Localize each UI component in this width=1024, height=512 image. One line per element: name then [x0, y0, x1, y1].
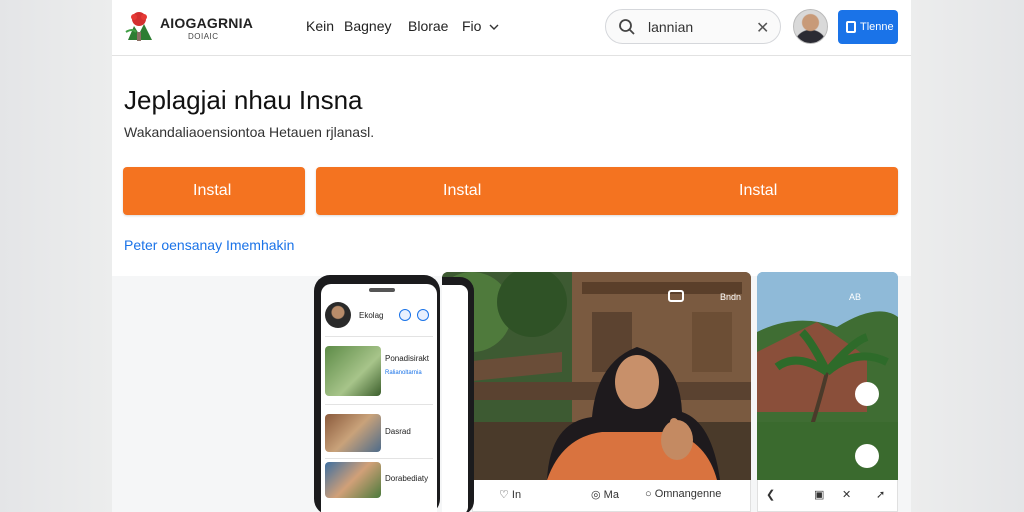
- divider: [325, 458, 433, 459]
- header-cta-label: Tlenne: [860, 21, 894, 33]
- like-action[interactable]: ♡ In: [499, 488, 521, 501]
- brand-tagline: DOIAIC: [188, 32, 219, 41]
- brand-name: AIOGAGRNIA: [160, 15, 253, 31]
- top-header: AIOGAGRNIA DOIAIC Kein Bagney Blorae Fio…: [112, 0, 911, 56]
- phone-message-icon[interactable]: [417, 309, 429, 321]
- install-button-primary-label: Instal: [193, 182, 232, 199]
- phone-back-screen: [442, 285, 468, 512]
- audio-button-icon[interactable]: [855, 444, 879, 468]
- close-icon[interactable]: ✕: [842, 488, 851, 501]
- page-title: Jeplagjai nhau Insna: [124, 85, 363, 115]
- side-overlay-label: AB: [849, 292, 862, 302]
- play-button-icon[interactable]: [855, 382, 879, 406]
- reply-label: Ma: [603, 489, 619, 501]
- app-page: AIOGAGRNIA DOIAIC Kein Bagney Blorae Fio…: [112, 0, 911, 512]
- comment-action[interactable]: ○ Omnangenne: [645, 488, 721, 500]
- install-button-wide[interactable]: Instal Instal: [316, 167, 898, 215]
- clear-search-icon[interactable]: ✕: [756, 18, 770, 37]
- nav-item-kein[interactable]: Kein: [306, 18, 334, 34]
- chevron-down-icon: [489, 24, 499, 30]
- phone-profile-name: Ekolag: [359, 311, 384, 320]
- phone-mockup: Ekolag Ponadisirakt Ralianoltarnia Dasra…: [314, 275, 440, 512]
- list-item-thumb[interactable]: [325, 414, 381, 452]
- left-backdrop: [0, 0, 112, 512]
- bag-icon[interactable]: ▣: [814, 488, 824, 501]
- header-cta-button[interactable]: Tlenne: [838, 10, 898, 44]
- user-avatar[interactable]: [793, 9, 828, 44]
- list-item-title[interactable]: Ponadisirakt: [385, 354, 429, 363]
- search-input[interactable]: lannian: [648, 19, 693, 35]
- nav-item-fio[interactable]: Fio: [462, 18, 499, 34]
- nav-item-bagney[interactable]: Bagney: [344, 18, 391, 34]
- list-item-thumb[interactable]: [325, 462, 381, 498]
- share-icon[interactable]: ➚: [876, 488, 885, 501]
- search-field[interactable]: lannian ✕: [605, 9, 781, 44]
- nav-item-blorae[interactable]: Blorae: [408, 18, 448, 34]
- like-icon: ♡: [499, 489, 512, 501]
- main-preview-photo: [442, 272, 751, 480]
- main-preview-card[interactable]: Bndn: [442, 272, 751, 480]
- list-item-subtitle: Ralianoltarnia: [385, 370, 422, 376]
- search-icon: [619, 19, 635, 35]
- like-label: In: [511, 489, 522, 501]
- main-overlay-label: Bndn: [720, 292, 742, 302]
- side-card-toolbar: ❮ ▣ ✕ ➚: [757, 480, 898, 512]
- reply-icon: ◎: [591, 489, 604, 501]
- main-card-toolbar: ♡ In ◎ Ma ○ Omnangenne: [472, 480, 751, 512]
- more-info-link[interactable]: Peter oensanay Imemhakin: [124, 237, 294, 253]
- phone-avatar[interactable]: [325, 302, 351, 328]
- screen-toggle-icon[interactable]: [668, 290, 684, 302]
- phone-notch: [369, 288, 395, 292]
- phone-screen: Ekolag Ponadisirakt Ralianoltarnia Dasra…: [321, 284, 437, 512]
- comment-icon: ○: [645, 488, 655, 500]
- right-backdrop: [911, 0, 1024, 512]
- list-item-title[interactable]: Dasrad: [385, 427, 411, 436]
- brand-logo-icon[interactable]: [124, 10, 160, 44]
- phone-notify-icon[interactable]: [399, 309, 411, 321]
- reply-action[interactable]: ◎ Ma: [591, 488, 619, 501]
- back-icon[interactable]: ❮: [766, 488, 775, 501]
- divider: [325, 404, 433, 405]
- page-subtitle: Wakandaliaoensiontoa Hetauen rjlanasl.: [124, 124, 375, 140]
- phone-back-mockup: [442, 277, 474, 512]
- install-button-primary[interactable]: Instal: [123, 167, 305, 215]
- download-icon: [846, 21, 856, 33]
- install-button-wide-label-left: Instal: [443, 182, 482, 199]
- side-preview-card[interactable]: AB: [757, 272, 898, 480]
- list-item-title[interactable]: Dorabediaty: [385, 474, 428, 483]
- nav-item-fio-label: Fio: [462, 18, 482, 34]
- comment-label: Omnangenne: [654, 488, 722, 500]
- list-item-thumb[interactable]: [325, 346, 381, 396]
- install-button-wide-label-right: Instal: [739, 182, 778, 199]
- divider: [325, 336, 433, 337]
